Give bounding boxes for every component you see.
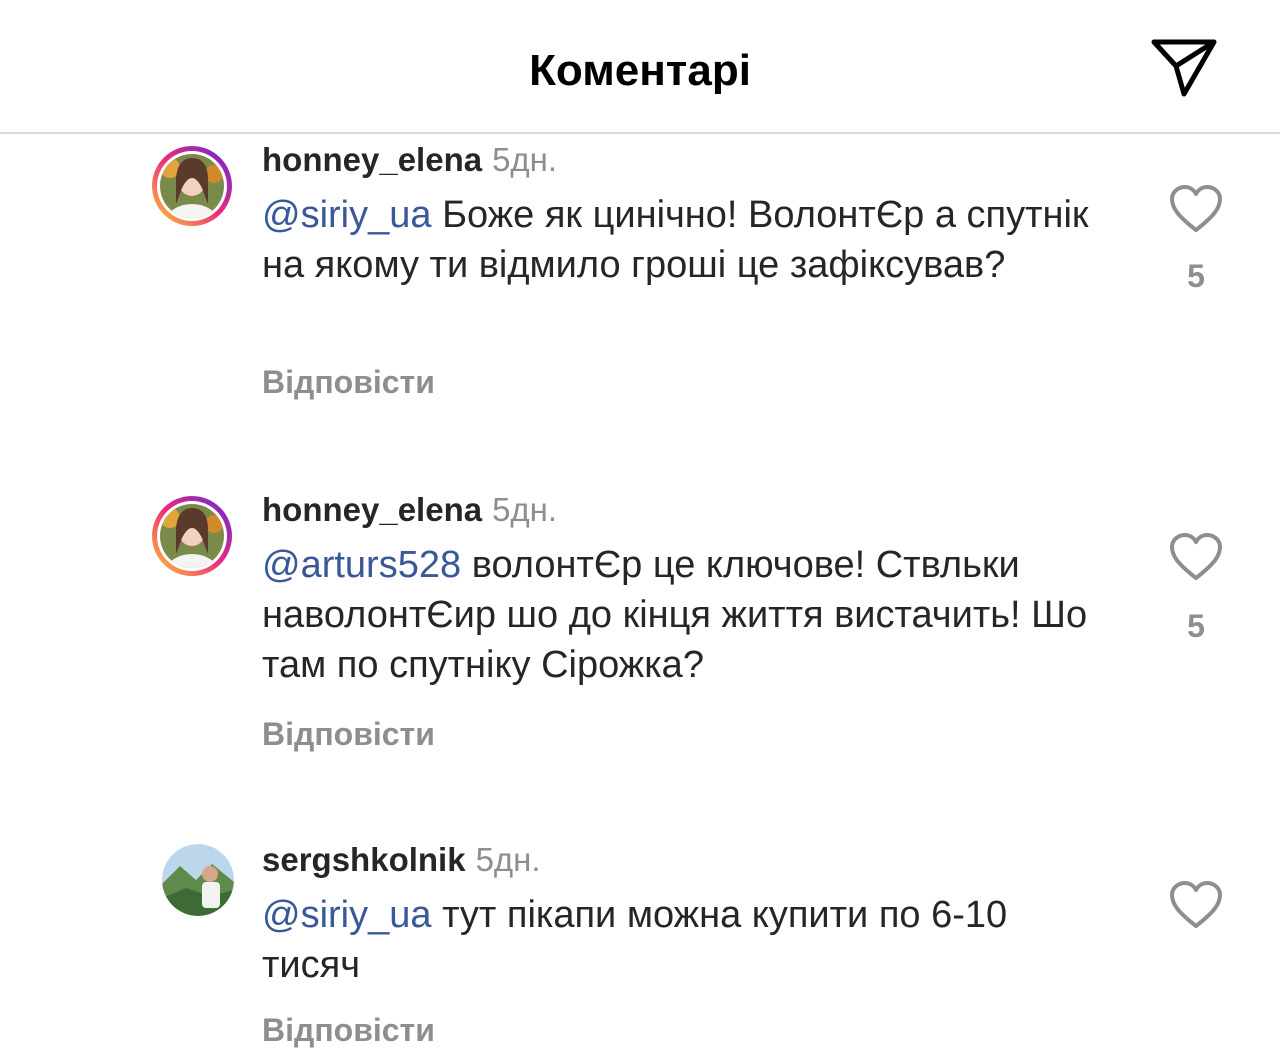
avatar[interactable] (150, 494, 234, 578)
comment-meta: honney_elena 5дн. (262, 140, 557, 180)
like-count: 5 (1187, 258, 1205, 294)
comment-mention[interactable]: @arturs528 (262, 544, 461, 586)
comment-time: 5дн. (475, 841, 541, 878)
reply-button[interactable]: Відповісти (262, 1012, 435, 1049)
comment-time: 5дн. (492, 491, 558, 528)
comment-item: honney_elena 5дн. @siriy_ua Боже як циніч… (0, 140, 1280, 440)
like-count: 5 (1187, 608, 1205, 644)
comment-item: sergshkolnik 5дн. @siriy_ua тут пікапи мо… (0, 840, 1280, 1048)
paper-plane-icon (1151, 39, 1217, 97)
page-title: Коментарі (529, 46, 751, 95)
heart-icon (1170, 533, 1222, 580)
comment-item: honney_elena 5дн. @arturs528 волонтЄр це … (0, 490, 1280, 790)
comment-text: @siriy_ua тут пікапи можна купити по 6-1… (262, 890, 1102, 990)
avatar[interactable] (150, 144, 234, 228)
comment-text: @siriy_ua Боже як цинічно! ВолонтЄр а сп… (262, 190, 1102, 290)
comment-mention[interactable]: @siriy_ua (262, 194, 432, 236)
heart-icon (1170, 881, 1222, 928)
comment-username[interactable]: sergshkolnik (262, 841, 466, 878)
comment-meta: honney_elena 5дн. (262, 490, 557, 530)
comment-text: @arturs528 волонтЄр це ключове! Ствльки … (262, 540, 1102, 690)
like-button[interactable] (1168, 532, 1224, 584)
reply-button[interactable]: Відповісти (262, 364, 435, 401)
share-button[interactable] (1148, 36, 1220, 100)
comment-time: 5дн. (492, 141, 558, 178)
heart-icon (1170, 185, 1222, 232)
comment-username[interactable]: honney_elena (262, 141, 482, 178)
comment-username[interactable]: honney_elena (262, 491, 482, 528)
comments-header: Коментарі (0, 0, 1280, 134)
comment-mention[interactable]: @siriy_ua (262, 894, 432, 936)
like-button[interactable] (1168, 880, 1224, 932)
comment-meta: sergshkolnik 5дн. (262, 840, 541, 880)
like-button[interactable] (1168, 184, 1224, 236)
reply-button[interactable]: Відповісти (262, 716, 435, 753)
avatar[interactable] (162, 844, 234, 916)
